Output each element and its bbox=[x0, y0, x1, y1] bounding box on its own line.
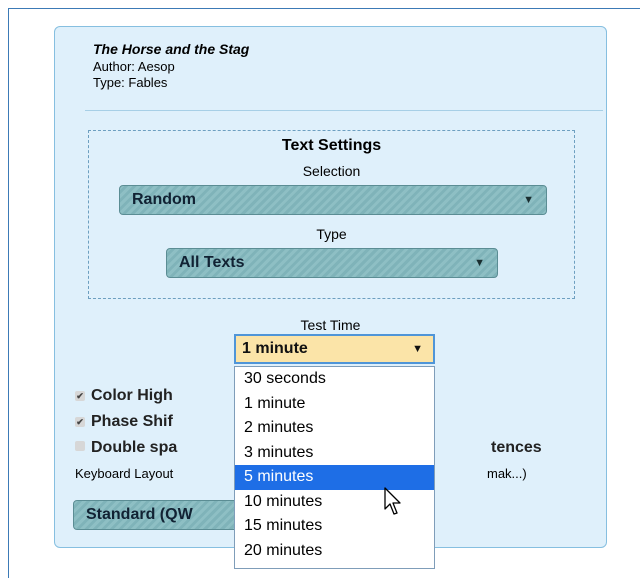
text-author: Author: Aesop bbox=[93, 59, 175, 74]
phase-shift-checkbox[interactable]: ✔ Phase Shif bbox=[75, 413, 173, 431]
type-select[interactable]: All Texts ▼ bbox=[166, 248, 498, 278]
checkbox-empty-icon bbox=[75, 441, 85, 451]
dropdown-option[interactable]: 2 minutes bbox=[235, 416, 434, 441]
chevron-down-icon: ▼ bbox=[523, 194, 534, 206]
test-time-select[interactable]: 1 minute ▼ bbox=[234, 334, 435, 364]
chevron-down-icon: ▼ bbox=[412, 343, 423, 355]
double-space-label: Double spa bbox=[91, 439, 178, 456]
text-settings-box: Text Settings Selection Random ▼ Type Al… bbox=[88, 130, 575, 299]
dropdown-option[interactable]: 3 minutes bbox=[235, 441, 434, 466]
text-type: Type: Fables bbox=[93, 75, 168, 90]
check-icon: ✔ bbox=[75, 417, 85, 427]
selection-select[interactable]: Random ▼ bbox=[119, 185, 547, 215]
dropdown-option[interactable]: 1 minute bbox=[235, 392, 434, 417]
phase-shift-label: Phase Shif bbox=[91, 413, 173, 430]
test-time-label: Test Time bbox=[300, 317, 361, 333]
keyboard-layout-label: Keyboard Layout bbox=[75, 466, 174, 481]
keyboard-layout-label-tail: mak...) bbox=[487, 466, 527, 481]
dropdown-option[interactable]: 15 minutes bbox=[235, 514, 434, 539]
dropdown-option[interactable]: 20 minutes bbox=[235, 539, 434, 564]
frame-top-border bbox=[8, 8, 640, 9]
color-highlight-label: Color High bbox=[91, 387, 173, 404]
color-highlight-checkbox[interactable]: ✔ Color High bbox=[75, 387, 173, 405]
text-title: The Horse and the Stag bbox=[93, 41, 250, 57]
check-icon: ✔ bbox=[75, 391, 85, 401]
double-space-label-tail: tences bbox=[491, 439, 542, 456]
divider bbox=[85, 110, 603, 111]
keyboard-layout-value: Standard (QW bbox=[86, 506, 193, 523]
type-value: All Texts bbox=[179, 254, 245, 271]
type-label: Type bbox=[316, 226, 347, 242]
chevron-down-icon: ▼ bbox=[474, 257, 485, 269]
mouse-pointer-icon bbox=[384, 487, 401, 515]
test-time-dropdown-list: 30 seconds 1 minute 2 minutes 3 minutes … bbox=[234, 366, 435, 569]
dropdown-option-highlighted[interactable]: 5 minutes bbox=[235, 465, 434, 490]
double-space-checkbox[interactable]: Double spa bbox=[75, 439, 177, 457]
test-time-value: 1 minute bbox=[242, 340, 308, 357]
selection-value: Random bbox=[132, 191, 196, 208]
text-settings-heading: Text Settings bbox=[281, 137, 382, 154]
frame-left-border bbox=[8, 8, 9, 578]
selection-label: Selection bbox=[302, 163, 361, 179]
dropdown-option[interactable]: 30 seconds bbox=[235, 367, 434, 392]
